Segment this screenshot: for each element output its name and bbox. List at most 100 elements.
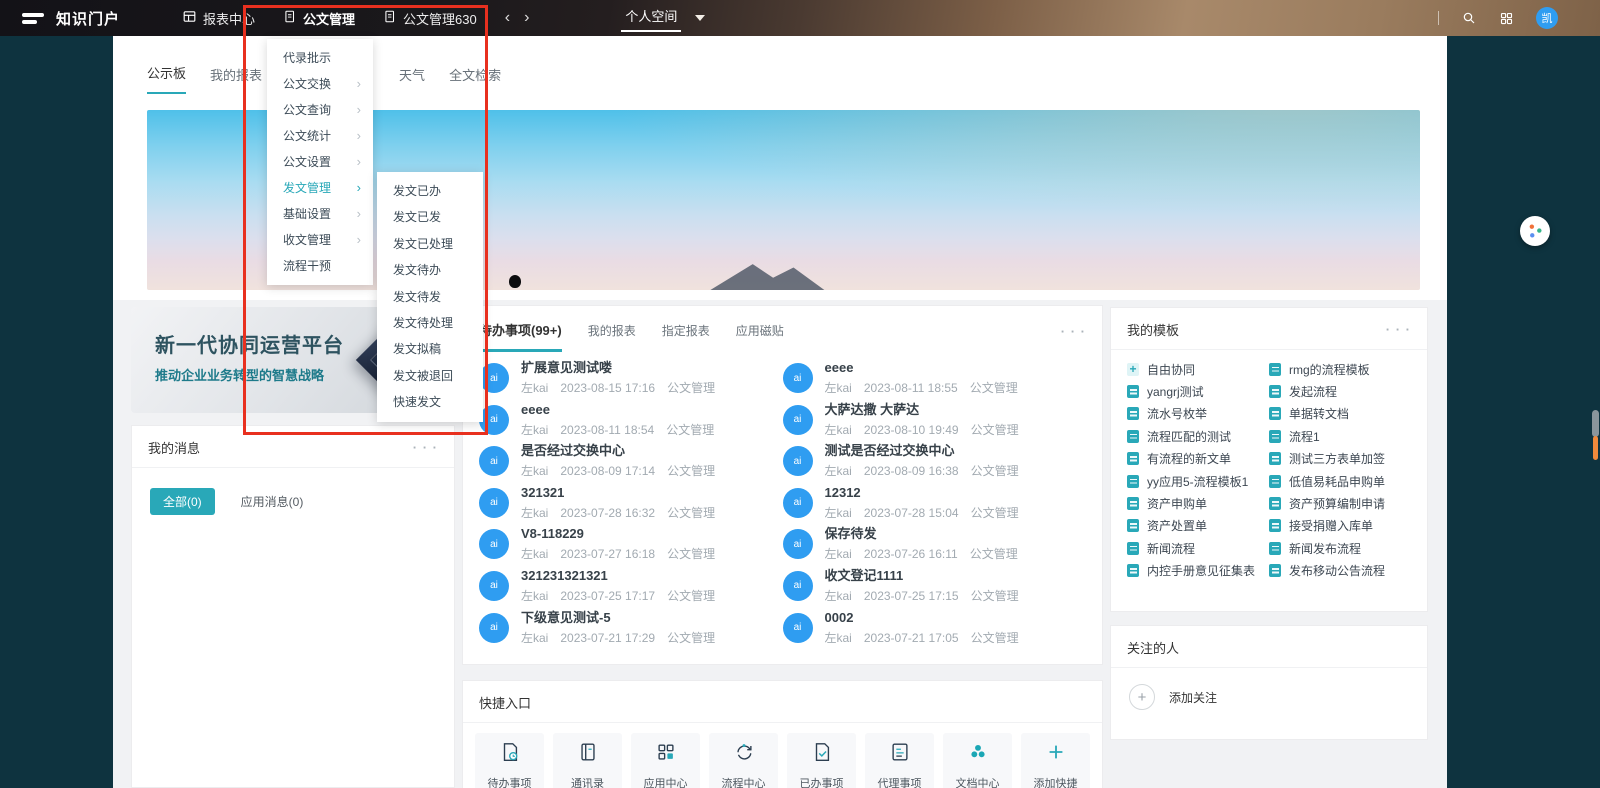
nav-doc-management-630[interactable]: 公文管理630 [383, 9, 477, 28]
menu-item[interactable]: 公文设置 › [267, 149, 373, 175]
todo-list-item[interactable]: ai eeee 左kai 2023-08-11 18:54 公文管理 [479, 402, 783, 444]
template-item[interactable]: 资产申购单 [1127, 492, 1269, 514]
template-item[interactable]: yangrj测试 [1127, 380, 1269, 402]
submenu-item[interactable]: 发文待办 [377, 257, 483, 283]
quick-doc-center[interactable]: 文档中心 [943, 733, 1012, 788]
template-item[interactable]: 流程1 [1269, 425, 1411, 447]
template-label: 流程1 [1289, 429, 1320, 444]
submenu-item[interactable]: 发文拟稿 [377, 336, 483, 362]
template-item[interactable]: 接受捐赠入库单 [1269, 515, 1411, 537]
app-logo[interactable]: 知识门户 [22, 8, 120, 29]
menu-item[interactable]: 发文管理 › [267, 175, 373, 201]
template-item[interactable]: 有流程的新文单 [1127, 448, 1269, 470]
submenu-item[interactable]: 发文待处理 [377, 310, 483, 336]
template-item[interactable]: 资产处置单 [1127, 515, 1269, 537]
tab-todo-items[interactable]: 待办事项(99+) [479, 320, 562, 352]
tab-assigned-reports[interactable]: 指定报表 [662, 322, 710, 351]
doc-management-dropdown: 代录批示 › 公文交换 › 公文查询 › 公文统计 › 公文设置 › 发文管理 … [267, 39, 373, 285]
todo-list-item[interactable]: ai 321231321321 左kai 2023-07-25 17:17 公文管理 [479, 568, 783, 610]
space-switcher[interactable]: 个人空间 [621, 4, 706, 32]
todo-list-item[interactable]: ai 收文登记1111 左kai 2023-07-25 17:15 公文管理 [782, 568, 1087, 610]
submenu-item[interactable]: 快速发文 [377, 389, 483, 415]
menu-item[interactable]: 公文交换 › [267, 71, 373, 97]
todo-item-time: 2023-07-28 16:32 [560, 505, 656, 520]
submenu-item[interactable]: 发文已发 [377, 204, 483, 230]
todo-item-time: 2023-08-09 17:14 [560, 464, 656, 479]
quick-done-items[interactable]: 已办事项 [787, 733, 856, 788]
quick-proxy-items[interactable]: 代理事项 [865, 733, 934, 788]
tab-my-reports[interactable]: 我的报表 [210, 65, 262, 94]
template-item[interactable]: 资产预算编制申请 [1269, 492, 1411, 514]
avatar: ai [479, 487, 509, 518]
scrollbar-thumb[interactable] [1592, 410, 1599, 437]
todo-item-user: 左kai [824, 588, 852, 603]
menu-item[interactable]: 基础设置 › [267, 201, 373, 227]
todo-list-item[interactable]: ai V8-118229 左kai 2023-07-27 16:18 公文管理 [479, 526, 783, 568]
tab-my-reports[interactable]: 我的报表 [588, 322, 636, 351]
tab-weather[interactable]: 天气 [399, 65, 425, 94]
todo-list-item[interactable]: ai 12312 左kai 2023-07-28 15:04 公文管理 [782, 485, 1087, 527]
more-icon[interactable] [1386, 322, 1411, 337]
menu-item[interactable]: 流程干预 › [267, 253, 373, 279]
search-icon[interactable] [1461, 10, 1477, 26]
todo-list-item[interactable]: ai 扩展意见测试喽 左kai 2023-08-15 17:16 公文管理 [479, 360, 783, 402]
template-item[interactable]: 新闻发布流程 [1269, 537, 1411, 559]
template-item[interactable]: 单据转文档 [1269, 403, 1411, 425]
menu-item[interactable]: 公文统计 › [267, 123, 373, 149]
todo-list-item[interactable]: ai 下级意见测试-5 左kai 2023-07-21 17:29 公文管理 [479, 610, 783, 652]
more-icon[interactable] [413, 440, 438, 455]
submenu-item[interactable]: 发文已办 [377, 178, 483, 204]
app-grid-icon[interactable] [1499, 11, 1514, 26]
quick-flow-center[interactable]: 流程中心 [709, 733, 778, 788]
submenu-item[interactable]: 发文被退回 [377, 363, 483, 389]
tab-app-tiles[interactable]: 应用磁贴 [736, 322, 784, 351]
todo-list-item[interactable]: ai 0002 左kai 2023-07-21 17:05 公文管理 [782, 610, 1087, 652]
todo-list-item[interactable]: ai 测试是否经过交换中心 左kai 2023-08-09 16:38 公文管理 [782, 443, 1087, 485]
apps-grid-icon [655, 741, 677, 768]
add-follow-icon[interactable]: + [1129, 684, 1155, 710]
template-item[interactable]: 发起流程 [1269, 380, 1411, 402]
template-item[interactable]: 内控手册意见征集表 [1127, 560, 1269, 582]
template-item[interactable]: 低值易耗品申购单 [1269, 470, 1411, 492]
messages-tab-all[interactable]: 全部(0) [150, 488, 215, 515]
template-item[interactable]: rmg的流程模板 [1269, 358, 1411, 380]
prev-icon[interactable]: ‹ [505, 10, 510, 26]
template-doc-icon [1269, 519, 1281, 533]
submenu-item[interactable]: 发文已处理 [377, 231, 483, 257]
quick-add-shortcut[interactable]: 添加快捷 [1021, 733, 1090, 788]
template-item[interactable]: 新闻流程 [1127, 537, 1269, 559]
template-item[interactable]: 测试三方表单加签 [1269, 448, 1411, 470]
nav-report-center[interactable]: 报表中心 [182, 9, 255, 28]
template-doc-icon [1269, 429, 1281, 443]
nav-doc-management[interactable]: 公文管理 [283, 9, 355, 28]
menu-item[interactable]: 收文管理 › [267, 227, 373, 253]
avatar[interactable]: 凯 [1536, 7, 1558, 29]
template-doc-icon [1269, 452, 1281, 466]
todo-list-item[interactable]: ai 大萨达撒 大萨达 左kai 2023-08-10 19:49 公文管理 [782, 402, 1087, 444]
todo-list-item[interactable]: ai 保存待发 左kai 2023-07-26 16:11 公文管理 [782, 526, 1087, 568]
template-item[interactable]: 流水号枚举 [1127, 403, 1269, 425]
more-icon[interactable] [1061, 324, 1086, 339]
todo-list-item[interactable]: ai eeee 左kai 2023-08-11 18:55 公文管理 [782, 360, 1087, 402]
tab-fulltext-search[interactable]: 全文检索 [449, 65, 501, 94]
quick-app-center[interactable]: 应用中心 [631, 733, 700, 788]
template-item[interactable]: 发布移动公告流程 [1269, 560, 1411, 582]
add-follow-label[interactable]: 添加关注 [1169, 689, 1217, 706]
menu-item[interactable]: 公文查询 › [267, 97, 373, 123]
avatar: ai [782, 446, 813, 477]
todo-list-item[interactable]: ai 是否经过交换中心 左kai 2023-08-09 17:14 公文管理 [479, 443, 783, 485]
quick-todo-items[interactable]: 待办事项 [475, 733, 544, 788]
template-item[interactable]: yy应用5-流程模板1 [1127, 470, 1269, 492]
template-item[interactable]: 流程匹配的测试 [1127, 425, 1269, 447]
templates-list-right: rmg的流程模板 发起流程 单据转文档 流程1 测试三方表单加签 低值易耗品申购… [1269, 358, 1411, 582]
tab-bulletin-board[interactable]: 公示板 [147, 63, 187, 94]
todo-list-item[interactable]: ai 321321 左kai 2023-07-28 16:32 公文管理 [479, 485, 783, 527]
top-nav: 报表中心 公文管理 公文管理630 ‹ › [182, 9, 543, 28]
next-icon[interactable]: › [524, 10, 529, 26]
quick-contacts[interactable]: 通讯录 [553, 733, 622, 788]
template-item[interactable]: 自由协同 [1127, 358, 1269, 380]
messages-tab-app[interactable]: 应用消息(0) [241, 493, 304, 510]
assistant-float-button[interactable] [1520, 216, 1550, 246]
submenu-item[interactable]: 发文待发 [377, 284, 483, 310]
menu-item[interactable]: 代录批示 › [267, 45, 373, 71]
